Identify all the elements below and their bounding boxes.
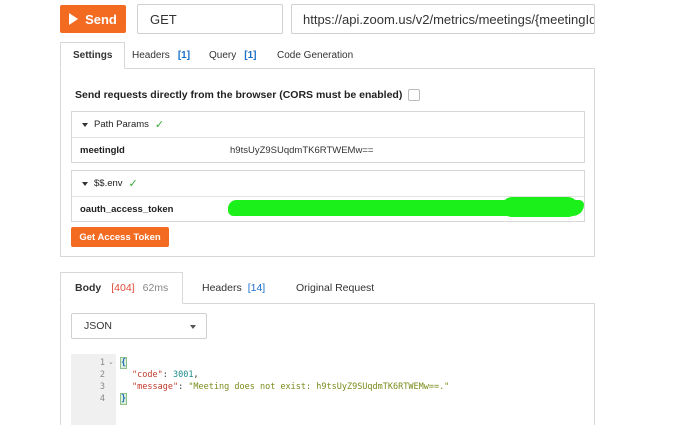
fold-toggle-icon[interactable]: ⌄ (108, 357, 114, 369)
path-params-header[interactable]: Path Params ✓ (72, 112, 584, 138)
url-input[interactable]: https://api.zoom.us/v2/metrics/meetings/… (291, 4, 595, 34)
code-line: { (119, 357, 128, 369)
tab-settings[interactable]: Settings (60, 42, 126, 69)
json-key: "code" (132, 370, 163, 380)
settings-panel: Send requests directly from the browser … (60, 68, 595, 257)
send-button[interactable]: Send (60, 5, 126, 33)
env-section: $$.env ✓ oauth_access_token ey (71, 170, 585, 222)
tab-headers[interactable]: Headers [1] (132, 42, 190, 69)
env-title: $$.env (94, 178, 123, 189)
json-number: 3001 (172, 370, 194, 380)
param-name: meetingId (80, 144, 125, 156)
query-count-badge: [1] (244, 50, 257, 61)
env-var-name: oauth_access_token (80, 203, 174, 215)
path-params-section: Path Params ✓ meetingId h9tsUyZ9SUqdmTK6… (71, 111, 585, 163)
tab-original-request-label: Original Request (296, 282, 375, 294)
caret-down-icon (82, 181, 88, 186)
tab-query[interactable]: Query [1] (209, 42, 256, 69)
chevron-down-icon (190, 325, 196, 329)
tab-settings-label: Settings (73, 50, 113, 61)
code-line: "code": 3001, (132, 370, 199, 380)
code-line: } (119, 393, 128, 405)
format-select[interactable]: JSON (71, 313, 207, 339)
tab-response-headers-label: Headers (202, 282, 242, 294)
tab-query-label: Query (209, 50, 237, 61)
response-panel: JSON 1 ⌄ 2 3 4 { "code": 3001, "message"… (60, 303, 595, 425)
path-param-row: meetingId h9tsUyZ9SUqdmTK6RTWEMw== (72, 138, 584, 162)
tab-code-generation-label: Code Generation (277, 50, 354, 61)
get-access-token-button[interactable]: Get Access Token (71, 227, 169, 247)
response-time: 62ms (142, 282, 169, 294)
response-code-editor[interactable]: 1 ⌄ 2 3 4 { "code": 3001, "message": "Me… (71, 354, 585, 425)
open-brace: { (119, 357, 128, 369)
cors-checkbox[interactable] (408, 89, 421, 101)
tab-headers-label: Headers (132, 50, 170, 61)
tab-body[interactable]: Body [404] 62ms (60, 272, 184, 304)
line-number: 2 (99, 370, 105, 380)
tab-body-label: Body (75, 282, 102, 294)
url-value: https://api.zoom.us/v2/metrics/meetings/… (303, 11, 595, 27)
method-value: GET (150, 11, 177, 27)
cors-option: Send requests directly from the browser … (75, 89, 421, 101)
check-icon: ✓ (128, 178, 138, 190)
line-number: 3 (99, 382, 105, 392)
redaction-mark (502, 197, 578, 217)
method-input[interactable]: GET (137, 4, 283, 34)
cors-label: Send requests directly from the browser … (75, 89, 403, 101)
path-params-title: Path Params (94, 119, 149, 130)
tab-response-headers[interactable]: Headers [14] (202, 272, 265, 304)
env-row: oauth_access_token ey (72, 197, 584, 221)
close-brace: } (119, 393, 128, 405)
play-icon (69, 13, 79, 25)
check-icon: ✓ (154, 119, 165, 131)
tab-original-request[interactable]: Original Request (296, 272, 374, 304)
json-string: "Meeting does not exist: h9tsUyZ9SUqdmTK… (188, 382, 450, 392)
get-access-token-label: Get Access Token (79, 231, 161, 243)
headers-count-badge: [1] (177, 50, 191, 61)
tab-code-generation[interactable]: Code Generation (277, 42, 353, 69)
line-number: 1 (99, 358, 105, 368)
format-selected-value: JSON (84, 320, 113, 332)
response-headers-count: [14] (247, 282, 266, 294)
code-line: "message": "Meeting does not exist: h9ts… (132, 382, 450, 392)
param-value-input[interactable]: h9tsUyZ9SUqdmTK6RTWEMw== (230, 145, 373, 156)
send-label: Send (85, 11, 117, 27)
json-key: "message" (132, 382, 179, 392)
line-number: 4 (99, 394, 105, 404)
env-header[interactable]: $$.env ✓ (72, 171, 584, 197)
caret-down-icon (82, 122, 88, 127)
status-badge: [404] (111, 282, 135, 294)
